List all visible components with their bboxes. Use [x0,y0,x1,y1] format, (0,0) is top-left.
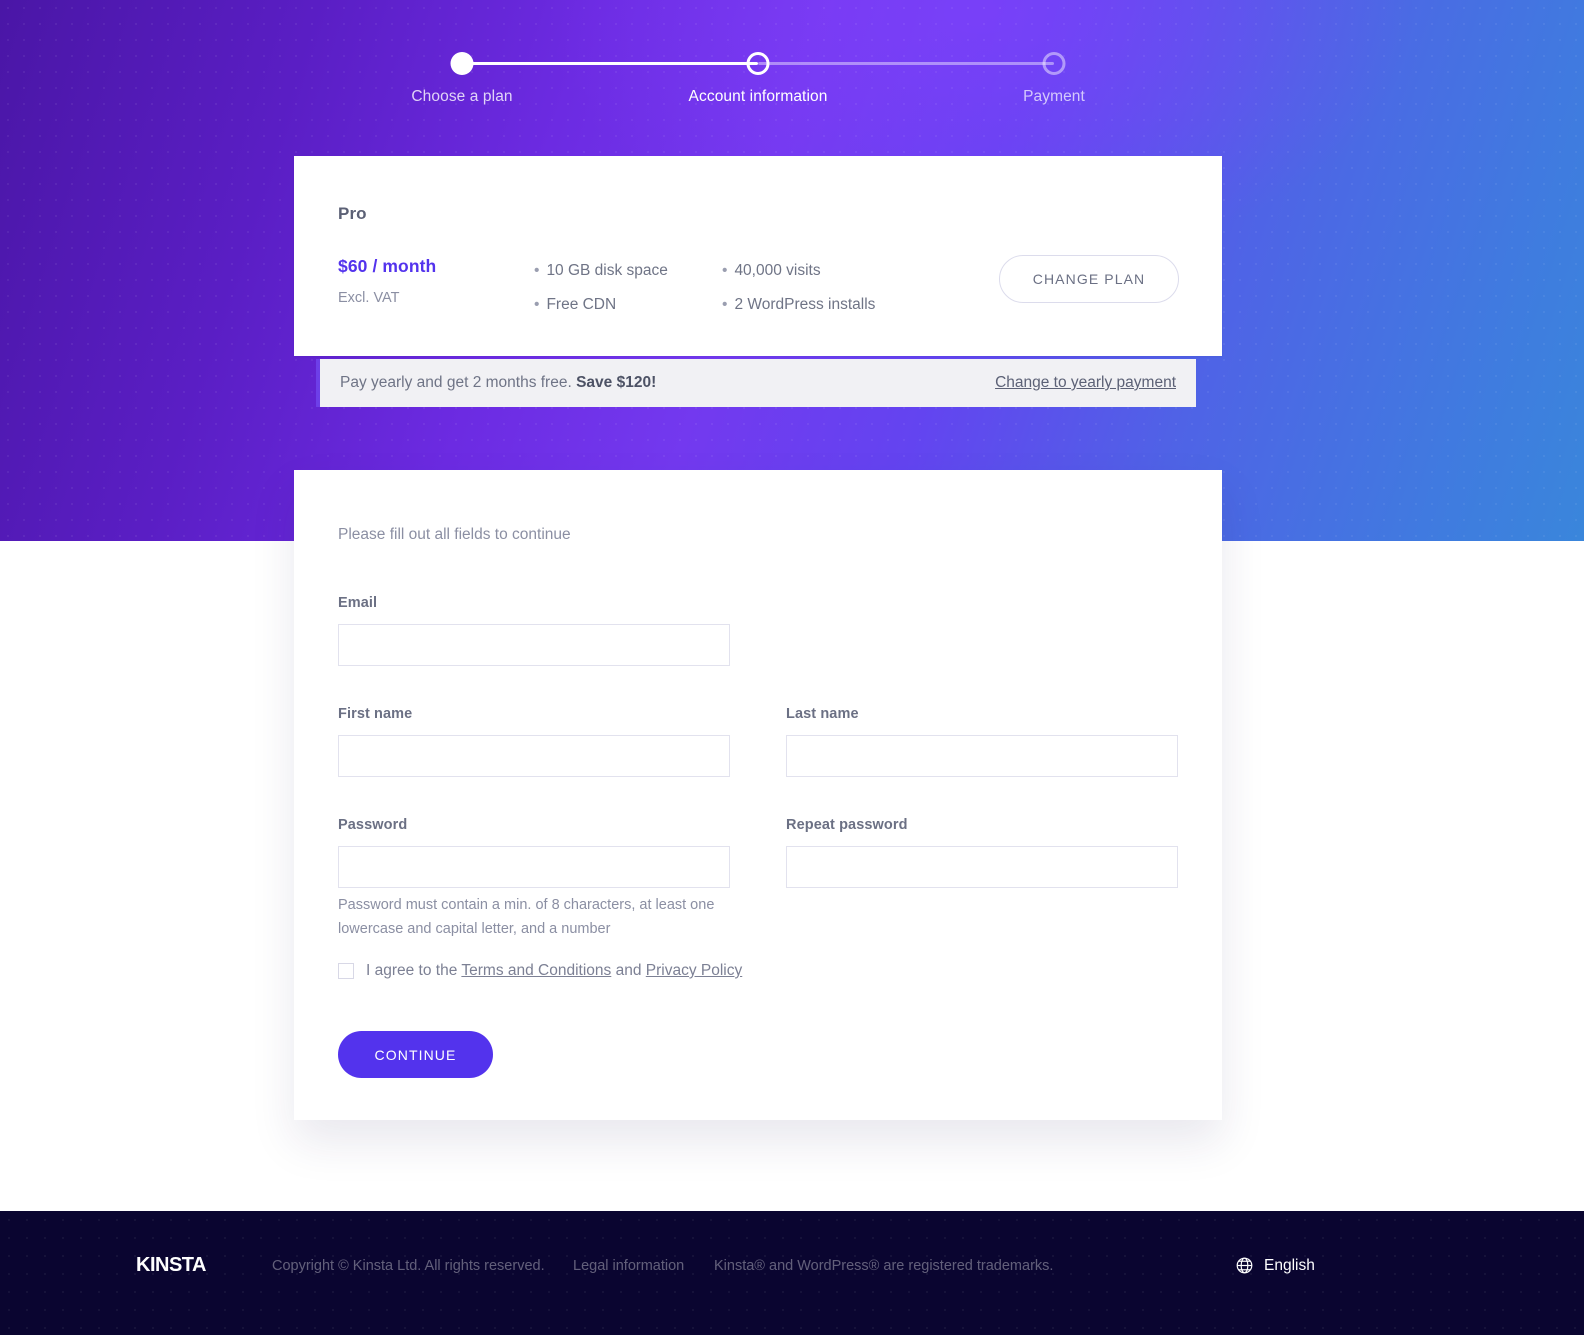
terms-agreement-row: I agree to the Terms and Conditions and … [338,962,742,980]
plan-feature-item: • 40,000 visits [722,254,875,288]
agreement-joiner: and [611,962,646,979]
password-requirements-text: Password must contain a min. of 8 charac… [338,897,715,937]
stepper-node-choose-a-plan[interactable] [450,52,474,75]
signup-page: Choose a plan Account information Paymen… [0,0,1584,1335]
plan-feature-label: 10 GB disk space [546,262,668,279]
yearly-banner-savings: Save $120! [576,374,657,391]
change-plan-button[interactable]: CHANGE PLAN [999,255,1179,303]
stepper-node-payment[interactable] [1042,52,1066,75]
repeat-password-input[interactable] [786,846,1178,888]
bullet-icon: • [722,262,728,279]
plan-features-column-1: • 10 GB disk space • Free CDN [534,254,668,322]
password-label: Password [338,817,408,833]
stepper-line-completed [462,62,758,65]
terms-agreement-text: I agree to the Terms and Conditions and … [366,962,742,980]
repeat-password-label: Repeat password [786,817,908,833]
last-name-input[interactable] [786,735,1178,777]
terms-agreement-checkbox[interactable] [338,963,354,979]
plan-feature-label: Free CDN [546,296,617,313]
password-input[interactable] [338,846,730,888]
stepper-node-account-information[interactable] [746,52,770,75]
email-input[interactable] [338,624,730,666]
continue-button[interactable]: CONTINUE [338,1031,493,1078]
footer-copyright: Copyright © Kinsta Ltd. All rights reser… [272,1258,545,1274]
yearly-banner-lead: Pay yearly and get 2 months free. [340,374,577,391]
bullet-icon: • [534,262,540,279]
account-information-form-card: Please fill out all fields to continue [294,470,1222,1120]
checkout-stepper: Choose a plan Account information Paymen… [411,52,1085,105]
stepper-label-choose-a-plan[interactable]: Choose a plan [411,88,512,106]
plan-feature-label: 2 WordPress installs [734,296,876,313]
bullet-icon: • [534,296,540,313]
change-to-yearly-payment-link[interactable]: Change to yearly payment [995,374,1176,392]
language-selector[interactable]: English [1235,1256,1315,1275]
stepper-line-pending [758,62,1054,65]
plan-feature-item: • 2 WordPress installs [722,288,875,322]
plan-feature-item: • Free CDN [534,288,668,322]
kinsta-logo[interactable]: KINSTA [136,1254,206,1277]
footer-legal-information-link[interactable]: Legal information [573,1258,684,1274]
privacy-policy-link[interactable]: Privacy Policy [646,962,742,979]
yearly-payment-banner: Pay yearly and get 2 months free. Save $… [316,359,1196,407]
globe-icon [1235,1256,1254,1275]
plan-summary-card: Pro $60 / month Excl. VAT • 10 GB disk sp… [294,156,1222,356]
stepper-label-payment[interactable]: Payment [1023,88,1085,106]
plan-name: Pro [338,204,367,223]
plan-features-column-2: • 40,000 visits • 2 WordPress installs [722,254,875,322]
footer-trademarks: Kinsta® and WordPress® are registered tr… [714,1258,1054,1274]
plan-price: $60 / month [338,256,437,276]
first-name-input[interactable] [338,735,730,777]
yearly-banner-text: Pay yearly and get 2 months free. Save $… [340,374,656,392]
stepper-label-account-information[interactable]: Account information [689,88,828,106]
form-hint-text: Please fill out all fields to continue [338,526,571,543]
terms-and-conditions-link[interactable]: Terms and Conditions [461,962,611,979]
first-name-label: First name [338,706,413,722]
bullet-icon: • [722,296,728,313]
plan-vat-note: Excl. VAT [338,290,400,306]
agreement-prefix: I agree to the [366,962,462,979]
language-label: English [1264,1256,1315,1274]
plan-feature-label: 40,000 visits [734,262,821,279]
last-name-label: Last name [786,706,859,722]
plan-feature-item: • 10 GB disk space [534,254,668,288]
email-label: Email [338,595,378,611]
